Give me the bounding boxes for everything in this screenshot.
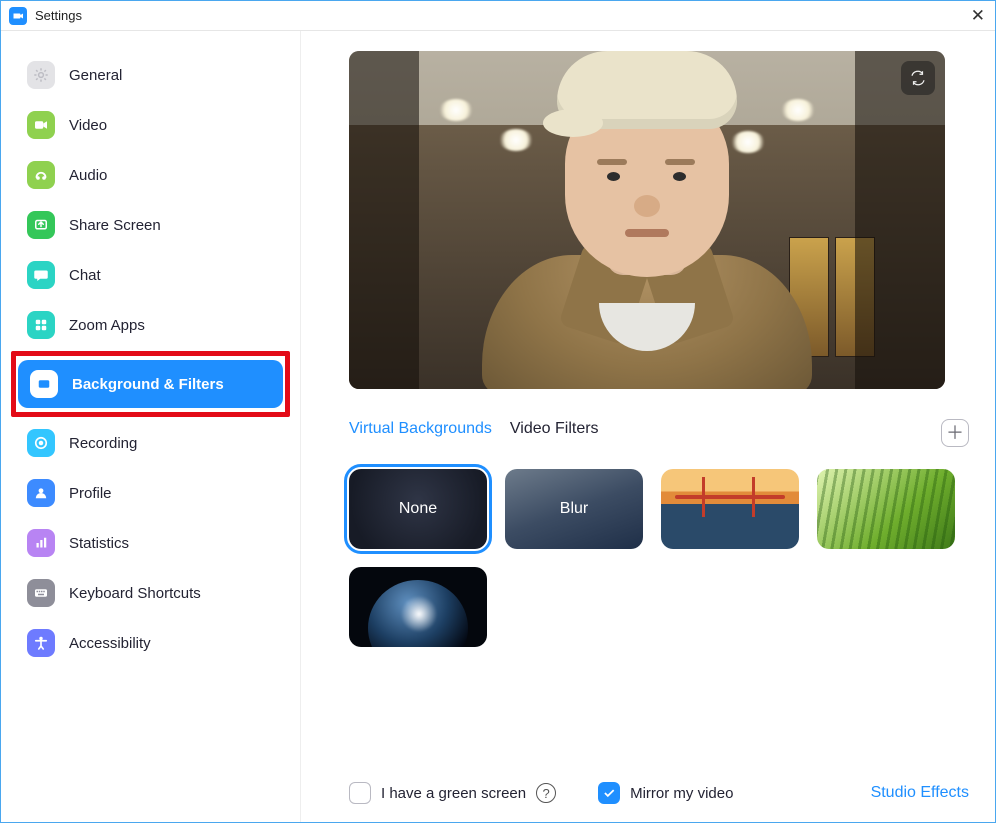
gear-icon [27, 61, 55, 89]
background-option-label: Blur [560, 500, 588, 518]
green-screen-help-button[interactable]: ? [536, 783, 556, 803]
sidebar-item-label: Statistics [69, 535, 129, 552]
sidebar-item-label: Audio [69, 167, 107, 184]
footer-row: I have a green screen ? Mirror my video … [349, 768, 969, 804]
sidebar-item-accessibility[interactable]: Accessibility [15, 619, 286, 667]
share-icon [27, 211, 55, 239]
annotation-highlight: Background & Filters [11, 351, 290, 417]
mirror-video-checkbox[interactable] [598, 782, 620, 804]
green-screen-label: I have a green screen [381, 785, 526, 802]
rotate-icon [909, 69, 927, 87]
sidebar-item-label: Profile [69, 485, 112, 502]
main-panel: Virtual Backgrounds Video Filters ＋ None B… [301, 31, 995, 822]
sidebar-item-label: General [69, 67, 122, 84]
sidebar-item-label: Keyboard Shortcuts [69, 585, 201, 602]
sidebar-item-chat[interactable]: Chat [15, 251, 286, 299]
green-screen-checkbox[interactable] [349, 782, 371, 804]
accessibility-icon [27, 629, 55, 657]
background-option-bridge[interactable] [661, 469, 799, 549]
add-background-button[interactable]: ＋ [941, 419, 969, 447]
close-button[interactable]: ✕ [971, 7, 985, 24]
sidebar-item-label: Recording [69, 435, 137, 452]
sidebar-item-label: Background & Filters [72, 376, 224, 393]
sidebar-item-gear[interactable]: General [15, 51, 286, 99]
sidebar-item-label: Video [69, 117, 107, 134]
bgfilters-icon [30, 370, 58, 398]
keyboard-icon [27, 579, 55, 607]
mirror-video-label: Mirror my video [630, 785, 733, 802]
apps-icon [27, 311, 55, 339]
plus-icon: ＋ [946, 424, 964, 442]
sidebar-item-audio[interactable]: Audio [15, 151, 286, 199]
rotate-camera-button[interactable] [901, 61, 935, 95]
video-icon [27, 111, 55, 139]
background-option-label: None [399, 500, 437, 518]
content-area: General Video Audio Share Screen Chat Zoom Ap… [1, 31, 995, 822]
background-option-grass[interactable] [817, 469, 955, 549]
window-title: Settings [35, 8, 82, 23]
sidebar-item-keyboard[interactable]: Keyboard Shortcuts [15, 569, 286, 617]
sidebar-item-label: Accessibility [69, 635, 151, 652]
tabs-row: Virtual Backgrounds Video Filters ＋ [349, 419, 969, 447]
tab-video-filters[interactable]: Video Filters [510, 420, 599, 446]
app-icon [9, 7, 27, 25]
check-icon [602, 786, 616, 800]
tab-virtual-backgrounds[interactable]: Virtual Backgrounds [349, 420, 492, 446]
sidebar-item-recording[interactable]: Recording [15, 419, 286, 467]
help-icon: ? [542, 786, 549, 801]
sidebar-item-share[interactable]: Share Screen [15, 201, 286, 249]
sidebar-item-label: Zoom Apps [69, 317, 145, 334]
audio-icon [27, 161, 55, 189]
titlebar: Settings ✕ [1, 1, 995, 31]
background-grid: None Blur [349, 469, 969, 647]
sidebar-item-bgfilters[interactable]: Background & Filters [18, 360, 283, 408]
sidebar-item-apps[interactable]: Zoom Apps [15, 301, 286, 349]
sidebar-item-label: Share Screen [69, 217, 161, 234]
chat-icon [27, 261, 55, 289]
video-preview [349, 51, 945, 389]
recording-icon [27, 429, 55, 457]
tabs: Virtual Backgrounds Video Filters [349, 420, 599, 446]
sidebar: General Video Audio Share Screen Chat Zoom Ap… [1, 31, 301, 822]
background-option-earth[interactable] [349, 567, 487, 647]
background-option-blur[interactable]: Blur [505, 469, 643, 549]
profile-icon [27, 479, 55, 507]
sidebar-item-label: Chat [69, 267, 101, 284]
stats-icon [27, 529, 55, 557]
background-option-none[interactable]: None [349, 469, 487, 549]
sidebar-item-stats[interactable]: Statistics [15, 519, 286, 567]
sidebar-item-video[interactable]: Video [15, 101, 286, 149]
sidebar-item-profile[interactable]: Profile [15, 469, 286, 517]
studio-effects-link[interactable]: Studio Effects [871, 784, 969, 802]
